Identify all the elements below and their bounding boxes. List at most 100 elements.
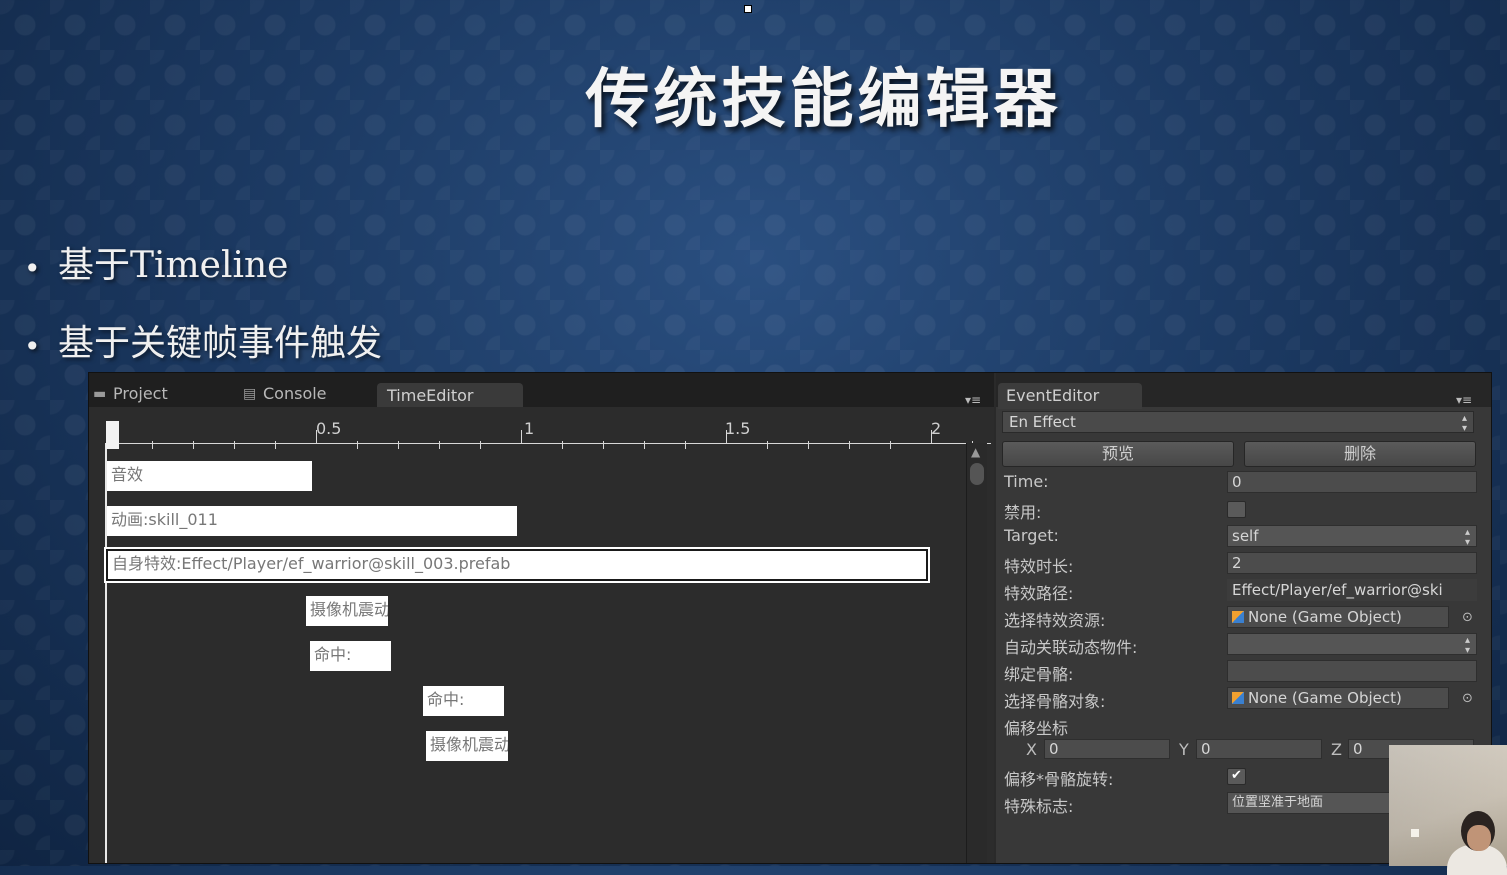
object-picker-icon[interactable]: ⊙ (1462, 691, 1473, 706)
bullet-keyframe: • 基于关键帧事件触发 (24, 314, 382, 366)
ruler-tick (890, 441, 891, 449)
offset-label: 偏移坐标 (1004, 719, 1069, 738)
bullet-timeline: • 基于Timeline (24, 236, 289, 288)
folder-icon: ▬ (93, 386, 107, 402)
dropdown-value: En Effect (1009, 413, 1076, 431)
bullet-text: 基于关键帧事件触发 (58, 323, 383, 364)
game-object-icon (1232, 692, 1244, 704)
auto-link-label: 自动关联动态物件: (1004, 638, 1138, 657)
ruler-label: 1 (524, 419, 535, 438)
object-field-value: None (Game Object) (1248, 608, 1402, 626)
select-effect-resource-field[interactable]: None (Game Object) (1227, 606, 1449, 628)
slide-selection-handle[interactable] (744, 5, 752, 13)
ruler-tick (152, 441, 153, 449)
webcam-person-face (1467, 825, 1491, 851)
offset-bone-rotation-checkbox[interactable]: ✔ (1227, 768, 1246, 785)
effect-duration-label: 特效时长: (1004, 557, 1074, 576)
bullet-dot: • (24, 329, 41, 363)
ruler-tick (767, 441, 768, 449)
track-camera-shake[interactable]: 摄像机震动 (426, 731, 508, 761)
offset-x-field[interactable]: 0 (1044, 739, 1170, 759)
track-hit[interactable]: 命中: (423, 686, 504, 716)
disabled-checkbox[interactable] (1227, 501, 1246, 518)
dropdown-arrows-icon: ▴ ▾ (1461, 413, 1467, 434)
effect-path-field[interactable]: Effect/Player/ef_warrior@ski (1227, 579, 1477, 601)
ruler-label: 1.5 (725, 419, 751, 438)
scrollbar-thumb[interactable] (970, 463, 984, 485)
select-bone-object-field[interactable]: None (Game Object) (1227, 687, 1449, 709)
object-field-value: None (Game Object) (1248, 689, 1402, 707)
preview-button[interactable]: 预览 (1002, 441, 1234, 467)
tab-label: Project (113, 384, 168, 403)
track-animation[interactable]: 动画:skill_011 (107, 506, 517, 536)
ruler-tick (726, 430, 727, 444)
console-icon: ▤ (243, 386, 257, 402)
ruler-tick (644, 441, 645, 449)
unity-editor-window: ▬ Project ▤ Console TimeEditor ▾≡ 0.5 1 1.… (88, 372, 1492, 864)
ruler-label: 2 (931, 419, 942, 438)
delete-button[interactable]: 删除 (1244, 441, 1476, 467)
offset-x-label: X (1026, 740, 1037, 759)
bind-bone-field[interactable] (1227, 660, 1477, 682)
ruler-tick (480, 441, 481, 449)
ruler-tick (357, 441, 358, 449)
tab-event-editor[interactable]: EventEditor (998, 383, 1142, 409)
dropdown-arrows-icon: ▴ ▾ (1464, 527, 1470, 547)
dropdown-value: self (1232, 527, 1259, 545)
track-camera-shake[interactable]: 摄像机震动 (306, 596, 388, 626)
playhead-handle[interactable] (106, 421, 119, 449)
object-picker-icon[interactable]: ⊙ (1462, 610, 1473, 625)
slide-title: 传统技能编辑器 (585, 62, 1062, 137)
effect-path-label: 特效路径: (1004, 584, 1074, 603)
bullet-text: 基于Timeline (58, 245, 289, 286)
tab-label: Console (263, 384, 327, 403)
time-field[interactable]: 0 (1227, 471, 1477, 493)
track-sound[interactable]: 音效 (107, 461, 312, 491)
track-hit[interactable]: 命中: (310, 641, 391, 671)
ruler-tick (521, 430, 522, 444)
offset-y-label: Y (1179, 740, 1189, 759)
ruler-tick (931, 430, 932, 444)
panel-menu-icon[interactable]: ▾≡ (965, 393, 981, 407)
scroll-up-icon[interactable]: ▲ (971, 445, 980, 459)
auto-link-dropdown[interactable]: ▴ ▾ (1227, 633, 1477, 655)
select-bone-object-label: 选择骨骼对象: (1004, 692, 1106, 711)
dropdown-arrows-icon: ▴ ▾ (1464, 635, 1470, 655)
target-label: Target: (1004, 526, 1059, 545)
ruler-tick (603, 441, 604, 449)
disabled-label: 禁用: (1004, 503, 1042, 522)
time-editor-tabbar: ▬ Project ▤ Console TimeEditor ▾≡ (89, 373, 994, 409)
timeline-vertical-scrollbar[interactable]: ▲ (966, 443, 987, 863)
timeline-area[interactable]: 0.5 1 1.5 2 音效 动画:skill_011 自身特效:Effect/… (89, 407, 994, 863)
ruler-tick (398, 441, 399, 449)
bullet-dot: • (24, 251, 41, 285)
time-ruler[interactable]: 0.5 1 1.5 2 (111, 419, 991, 449)
select-effect-resource-label: 选择特效资源: (1004, 611, 1106, 630)
tab-project[interactable]: ▬ Project (91, 381, 168, 407)
ruler-tick (562, 441, 563, 449)
webcam-cup (1411, 829, 1419, 837)
tab-time-editor[interactable]: TimeEditor (377, 383, 523, 409)
event-editor-tabbar: EventEditor ▾≡ (996, 373, 1491, 409)
tab-console[interactable]: ▤ Console (241, 381, 327, 407)
bind-bone-label: 绑定骨骼: (1004, 665, 1074, 684)
panel-menu-icon[interactable]: ▾≡ (1456, 393, 1472, 407)
target-dropdown[interactable]: self ▴ ▾ (1227, 525, 1477, 547)
ruler-tick (316, 430, 317, 444)
offset-y-field[interactable]: 0 (1196, 739, 1322, 759)
track-self-effect[interactable]: 自身特效:Effect/Player/ef_warrior@skill_003.… (104, 547, 930, 583)
offset-bone-rotation-label: 偏移*骨骼旋转: (1004, 770, 1114, 789)
presenter-webcam (1389, 745, 1507, 875)
ruler-tick (439, 441, 440, 449)
ruler-tick (685, 441, 686, 449)
offset-z-label: Z (1331, 740, 1342, 759)
event-type-dropdown[interactable]: En Effect ▴ ▾ (1002, 411, 1474, 434)
ruler-tick (193, 441, 194, 449)
ruler-tick (275, 441, 276, 449)
game-object-icon (1232, 611, 1244, 623)
effect-duration-field[interactable]: 2 (1227, 552, 1477, 574)
ruler-tick (234, 441, 235, 449)
ruler-tick (808, 441, 809, 449)
special-flag-label: 特殊标志: (1004, 797, 1074, 816)
ruler-label: 0.5 (316, 419, 342, 438)
